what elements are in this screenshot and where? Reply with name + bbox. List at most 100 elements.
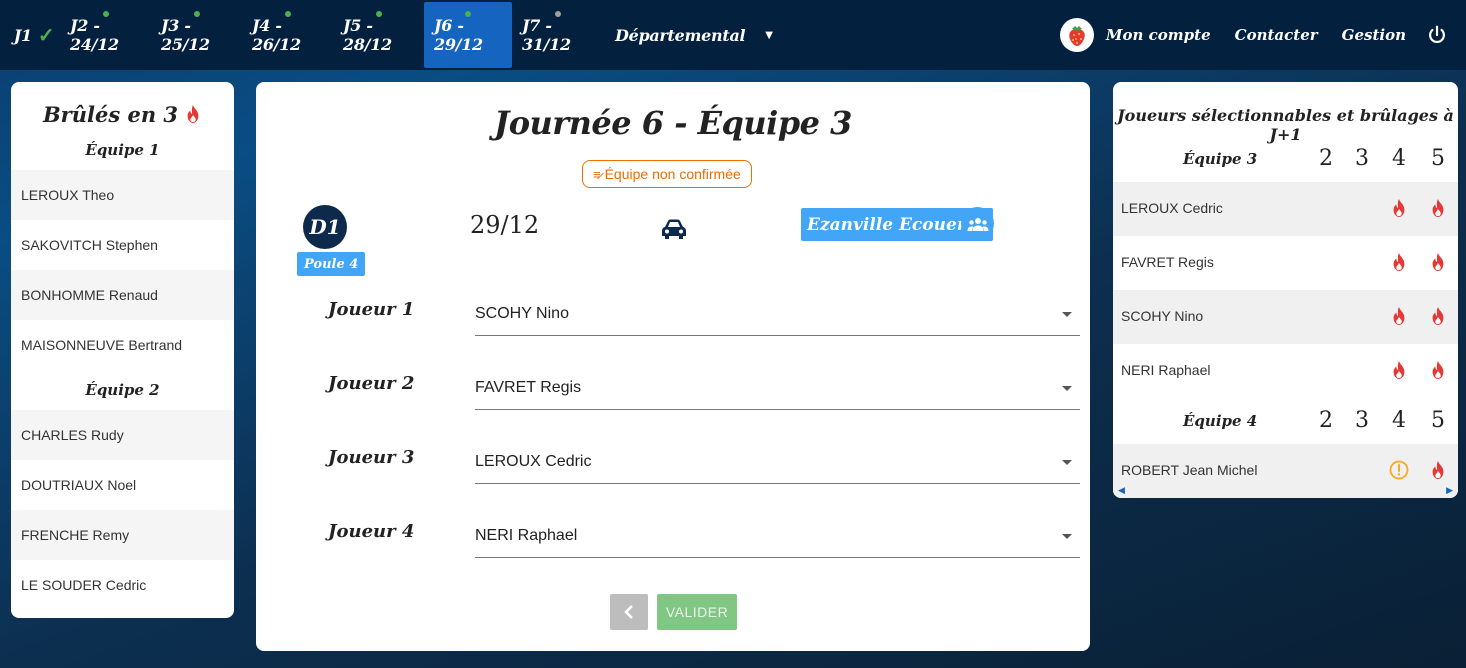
burned-title: Brûlés en 3 <box>11 102 234 130</box>
warning-icon <box>1389 460 1409 482</box>
tab-round-6[interactable]: J6 - 29/12 <box>424 2 512 68</box>
list-item: LE SOUDER Cedric <box>21 577 147 593</box>
player-label: Joueur 1 <box>328 299 415 320</box>
back-button[interactable] <box>610 594 648 630</box>
list-item: FRENCHE Remy <box>11 510 234 560</box>
match-date: 29/12 <box>470 211 540 239</box>
dropdown-caret-icon <box>1062 460 1072 465</box>
status-dot <box>102 11 109 17</box>
fire-icon <box>1389 198 1409 220</box>
player-select-1[interactable]: SCOHY Nino <box>475 292 1080 336</box>
departemental-dropdown[interactable]: Départemental ▼ <box>605 2 783 68</box>
round-column-header: 5 <box>1431 146 1445 171</box>
round-column-header: 4 <box>1392 146 1406 171</box>
team-heading: Équipe 3 <box>1183 150 1258 168</box>
tab-round-3[interactable]: J3 - 25/12 <box>151 2 242 68</box>
dropdown-caret-icon <box>1062 386 1072 391</box>
check-icon: ✓ <box>37 23 55 47</box>
fire-icon <box>1428 360 1448 382</box>
tab-label: J7 - 31/12 <box>522 16 571 54</box>
tab-round-7[interactable]: J7 - 31/12 <box>512 2 603 68</box>
manage-link[interactable]: Gestion <box>1342 26 1406 44</box>
player-select-3[interactable]: LEROUX Cedric <box>475 440 1080 484</box>
table-row: LEROUX Cedric <box>1113 182 1458 236</box>
tab-label: J6 - 29/12 <box>434 16 483 54</box>
fire-icon <box>1389 306 1409 328</box>
player-select-value: NERI Raphael <box>475 526 578 544</box>
power-icon[interactable] <box>1426 24 1448 46</box>
nav-right: Mon compte Contacter Gestion <box>1059 0 1466 70</box>
round-column-header: 3 <box>1355 408 1369 433</box>
contact-link[interactable]: Contacter <box>1235 26 1318 44</box>
player-select-2[interactable]: FAVRET Regis <box>475 366 1080 410</box>
round-tabs: J1 ✓ J2 - 24/12 J3 - 25/12 J4 - 26/12 J5 - 28… <box>8 0 603 68</box>
selectable-title: Joueurs sélectionnables et brûlages à J+… <box>1117 106 1454 144</box>
player-select-value: LEROUX Cedric <box>475 452 592 470</box>
player-label: Joueur 4 <box>328 521 415 542</box>
dropdown-caret-icon <box>1062 312 1072 317</box>
player-name: LEROUX Cedric <box>1121 200 1223 216</box>
table-row: SCOHY Nino <box>1113 290 1458 344</box>
tab-round-5[interactable]: J5 - 28/12 <box>333 2 424 68</box>
my-account-link[interactable]: Mon compte <box>1106 26 1211 44</box>
status-text: Équipe non confirmée <box>604 166 741 182</box>
departemental-label: Départemental <box>615 25 746 45</box>
tab-label: J5 - 28/12 <box>343 16 392 54</box>
status-dot <box>284 11 291 17</box>
scroll-left-icon[interactable]: ◀ <box>1118 485 1125 496</box>
scroll-right-icon[interactable]: ▶ <box>1446 485 1453 496</box>
selectable-players-card: Joueurs sélectionnables et brûlages à J+… <box>1113 82 1458 498</box>
car-icon <box>662 219 686 239</box>
status-dot <box>465 11 471 17</box>
player-label: Joueur 3 <box>328 447 415 468</box>
fire-icon <box>1389 360 1409 382</box>
tab-label: J2 - 24/12 <box>70 16 119 54</box>
player-name: NERI Raphael <box>1121 362 1211 378</box>
round-column-header: 4 <box>1392 408 1406 433</box>
round-column-header: 5 <box>1431 408 1445 433</box>
chevron-down-icon: ▼ <box>765 29 773 41</box>
team-group-button[interactable] <box>961 207 994 240</box>
strawberry-icon <box>1069 26 1085 46</box>
list-item: BONHOMME Renaud <box>11 270 234 320</box>
burned-list: Équipe 1 LEROUX Theo SAKOVITCH Stephen BONH… <box>11 130 234 610</box>
avatar[interactable] <box>1059 18 1094 52</box>
table-row: NERI Raphael <box>1113 344 1458 398</box>
tab-round-1[interactable]: J1 ✓ <box>8 2 60 68</box>
chevron-left-icon <box>624 605 633 619</box>
fire-icon <box>1428 460 1448 482</box>
list-item: SAKOVITCH Stephen <box>21 237 158 253</box>
horizontal-scrollbar[interactable]: ◀ ▶ <box>1113 482 1458 498</box>
match-card: Journée 6 - Équipe 3 ≡̷ Équipe non confi… <box>256 82 1090 651</box>
player-name: ROBERT Jean Michel <box>1121 462 1258 478</box>
group-icon <box>967 217 988 231</box>
status-badge: ≡̷ Équipe non confirmée <box>582 160 752 188</box>
fire-icon <box>1428 306 1448 328</box>
division-badge: D1 <box>303 205 347 249</box>
team-header-row: Équipe 3 2345 <box>1113 136 1458 182</box>
validate-button[interactable]: VALIDER <box>657 594 737 630</box>
player-label: Joueur 2 <box>328 373 415 394</box>
team-heading: Équipe 4 <box>1183 412 1258 430</box>
tab-round-2[interactable]: J2 - 24/12 <box>60 2 151 68</box>
round-column-header: 2 <box>1319 408 1333 433</box>
player-select-value: SCOHY Nino <box>475 304 569 322</box>
fire-icon <box>187 105 199 123</box>
poule-badge: Poule 4 <box>297 252 366 276</box>
status-dot <box>554 11 561 17</box>
list-item: MAISONNEUVE Bertrand <box>21 337 183 353</box>
table-row: FAVRET Regis <box>1113 236 1458 290</box>
tab-round-4[interactable]: J4 - 26/12 <box>242 2 333 68</box>
team-heading: Équipe 2 <box>85 381 160 399</box>
list-item: LEROUX Theo <box>11 170 234 220</box>
page-title: Journée 6 - Équipe 3 <box>494 104 852 142</box>
status-dot <box>375 11 382 17</box>
dropdown-caret-icon <box>1062 534 1072 539</box>
list-item: DOUTRIAUX Noel <box>21 477 137 493</box>
tab-label: J4 - 26/12 <box>252 16 301 54</box>
player-select-value: FAVRET Regis <box>475 378 582 396</box>
tab-label: J3 - 25/12 <box>161 16 210 54</box>
fire-icon <box>1428 198 1448 220</box>
player-select-4[interactable]: NERI Raphael <box>475 514 1080 558</box>
top-navbar: J1 ✓ J2 - 24/12 J3 - 25/12 J4 - 26/12 J5 - 28… <box>0 0 1466 70</box>
